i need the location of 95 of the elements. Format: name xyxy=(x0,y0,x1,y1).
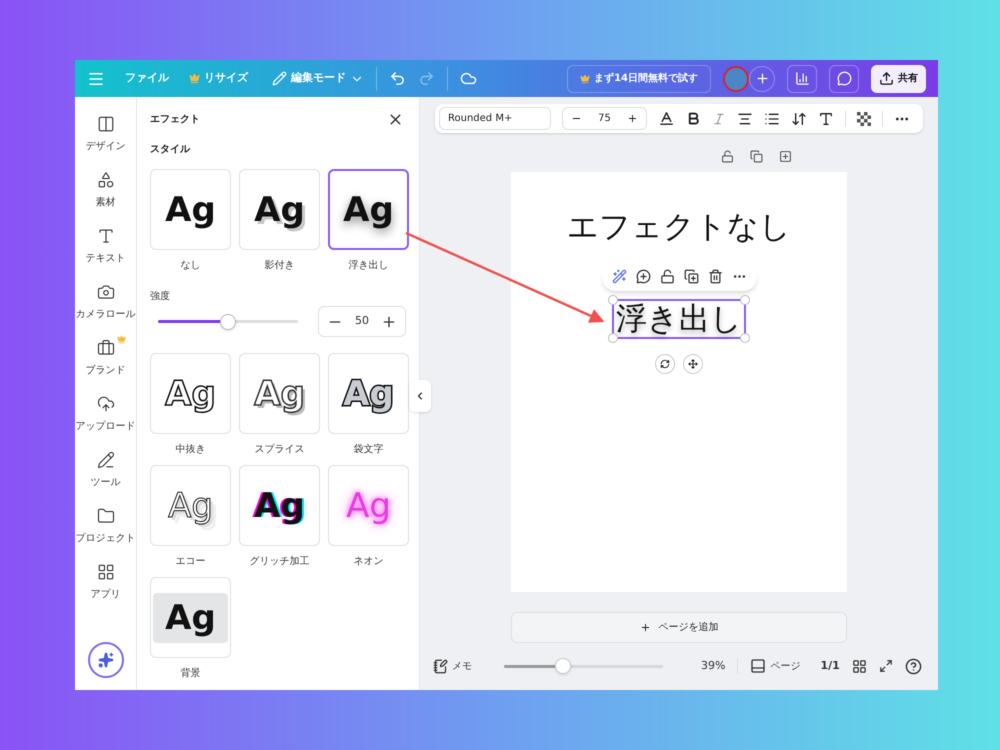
add-icon[interactable] xyxy=(779,150,792,163)
text-icon[interactable] xyxy=(818,110,834,126)
add-member-button[interactable] xyxy=(749,66,775,92)
rail-item[interactable]: アップロード xyxy=(76,395,136,434)
page-count: 1/1 xyxy=(820,658,840,674)
grid-icon xyxy=(96,563,114,581)
share-icon xyxy=(879,71,894,86)
notes-icon xyxy=(433,658,448,674)
lock-open-icon[interactable] xyxy=(660,269,674,284)
plus-icon xyxy=(754,71,770,86)
lock-open-icon[interactable] xyxy=(721,150,734,163)
text-icon xyxy=(96,227,114,245)
plus-icon xyxy=(640,622,650,633)
pages-button[interactable]: ページ xyxy=(750,658,800,674)
intensity-value: 50 xyxy=(355,313,369,330)
effect-style-label: なし xyxy=(180,259,200,273)
free-trial-button[interactable]: まず14日間無料で試す xyxy=(567,64,711,92)
magic-pen-icon[interactable] xyxy=(612,269,626,284)
effect-style-label: エコー xyxy=(176,555,206,569)
align-center-icon[interactable] xyxy=(737,110,753,126)
trash-icon[interactable] xyxy=(708,269,722,284)
effect-style-option[interactable]: Ag xyxy=(150,169,231,250)
effect-style-option[interactable]: Ag xyxy=(239,465,320,546)
effect-style-option[interactable]: Ag xyxy=(328,169,409,250)
text-color-icon[interactable] xyxy=(658,110,675,127)
comment-button[interactable] xyxy=(829,64,859,92)
share-button[interactable]: 共有 xyxy=(871,64,926,92)
move-icon xyxy=(688,358,698,368)
effect-style-label: ネオン xyxy=(354,555,384,569)
effect-style-option[interactable]: Ag xyxy=(239,169,320,250)
font-size-value: 75 xyxy=(598,112,611,126)
folder-icon xyxy=(96,507,114,525)
rotate-button[interactable] xyxy=(655,354,675,374)
plus-icon[interactable] xyxy=(626,113,638,124)
insights-button[interactable] xyxy=(787,64,817,92)
section-title: スタイル xyxy=(150,143,192,157)
grid-view-icon[interactable] xyxy=(852,658,867,674)
resize-handle[interactable] xyxy=(608,332,618,342)
resize-handle[interactable] xyxy=(740,294,750,304)
help-icon[interactable] xyxy=(904,658,922,674)
camera-icon xyxy=(96,283,114,301)
effect-style-label: スプライス xyxy=(254,442,304,457)
checkerboard-icon[interactable] xyxy=(857,112,871,126)
panel-title: エフェクト xyxy=(150,113,200,127)
rail-item[interactable]: テキスト xyxy=(86,227,126,266)
effect-style-label: 背景 xyxy=(180,666,200,681)
rail-item[interactable]: アプリ xyxy=(90,563,120,602)
magic-button[interactable] xyxy=(88,642,124,678)
pencil-icon xyxy=(272,71,287,86)
speech-bubble-icon xyxy=(836,71,852,86)
fullscreen-icon[interactable] xyxy=(878,659,893,673)
list-icon[interactable] xyxy=(764,110,780,126)
effect-style-label: 影付き xyxy=(264,259,294,273)
duplicate-icon[interactable] xyxy=(684,269,698,284)
shapes-icon xyxy=(96,171,114,189)
briefcase-icon xyxy=(96,339,114,357)
plus-icon[interactable] xyxy=(381,314,397,330)
layout-icon xyxy=(96,115,114,133)
comment-add-icon[interactable] xyxy=(636,269,650,284)
effect-style-option[interactable]: Ag xyxy=(239,353,320,434)
resize-handle[interactable] xyxy=(608,294,618,304)
intensity-label: 強度 xyxy=(150,290,171,304)
font-field[interactable]: Rounded M+ xyxy=(439,107,551,130)
zoom-percent: 39% xyxy=(701,658,726,674)
spacing-icon[interactable] xyxy=(791,110,807,126)
rail-item[interactable]: 素材 xyxy=(96,171,116,210)
effect-style-option[interactable]: Ag xyxy=(150,353,231,434)
add-page-button[interactable]: ページを追加 xyxy=(511,612,847,643)
notes-button[interactable]: メモ xyxy=(433,658,472,674)
rail-item[interactable]: カメラロール xyxy=(76,283,136,322)
effect-style-label: 中抜き xyxy=(176,442,206,457)
bar-chart-icon xyxy=(794,71,810,86)
cloud-upload-icon xyxy=(96,395,114,413)
undo-icon[interactable] xyxy=(389,70,406,87)
effect-style-label: 袋文字 xyxy=(354,442,384,457)
effect-style-option[interactable]: Ag xyxy=(150,577,231,658)
effect-style-label: グリッチ加工 xyxy=(250,554,310,569)
crown-icon xyxy=(580,74,590,84)
rotate-icon xyxy=(660,358,670,368)
italic-icon[interactable] xyxy=(712,112,726,126)
sparkles-icon xyxy=(98,652,114,668)
rail-item[interactable]: プロジェクト xyxy=(76,507,136,546)
rail-item[interactable]: ツール xyxy=(90,451,120,490)
effect-style-label: 浮き出し xyxy=(348,258,388,273)
pages-icon xyxy=(750,658,766,674)
rail-item[interactable]: デザイン xyxy=(86,115,126,154)
bold-icon[interactable] xyxy=(686,111,701,126)
pen-icon xyxy=(96,451,114,469)
resize-handle[interactable] xyxy=(740,332,750,342)
cloud-icon[interactable] xyxy=(460,70,477,87)
rail-item[interactable]: ブランド xyxy=(86,339,126,378)
crown-icon xyxy=(189,73,200,84)
canvas-heading-text: エフェクトなし xyxy=(567,208,791,247)
move-button[interactable] xyxy=(683,354,703,374)
copy-icon[interactable] xyxy=(750,150,763,163)
